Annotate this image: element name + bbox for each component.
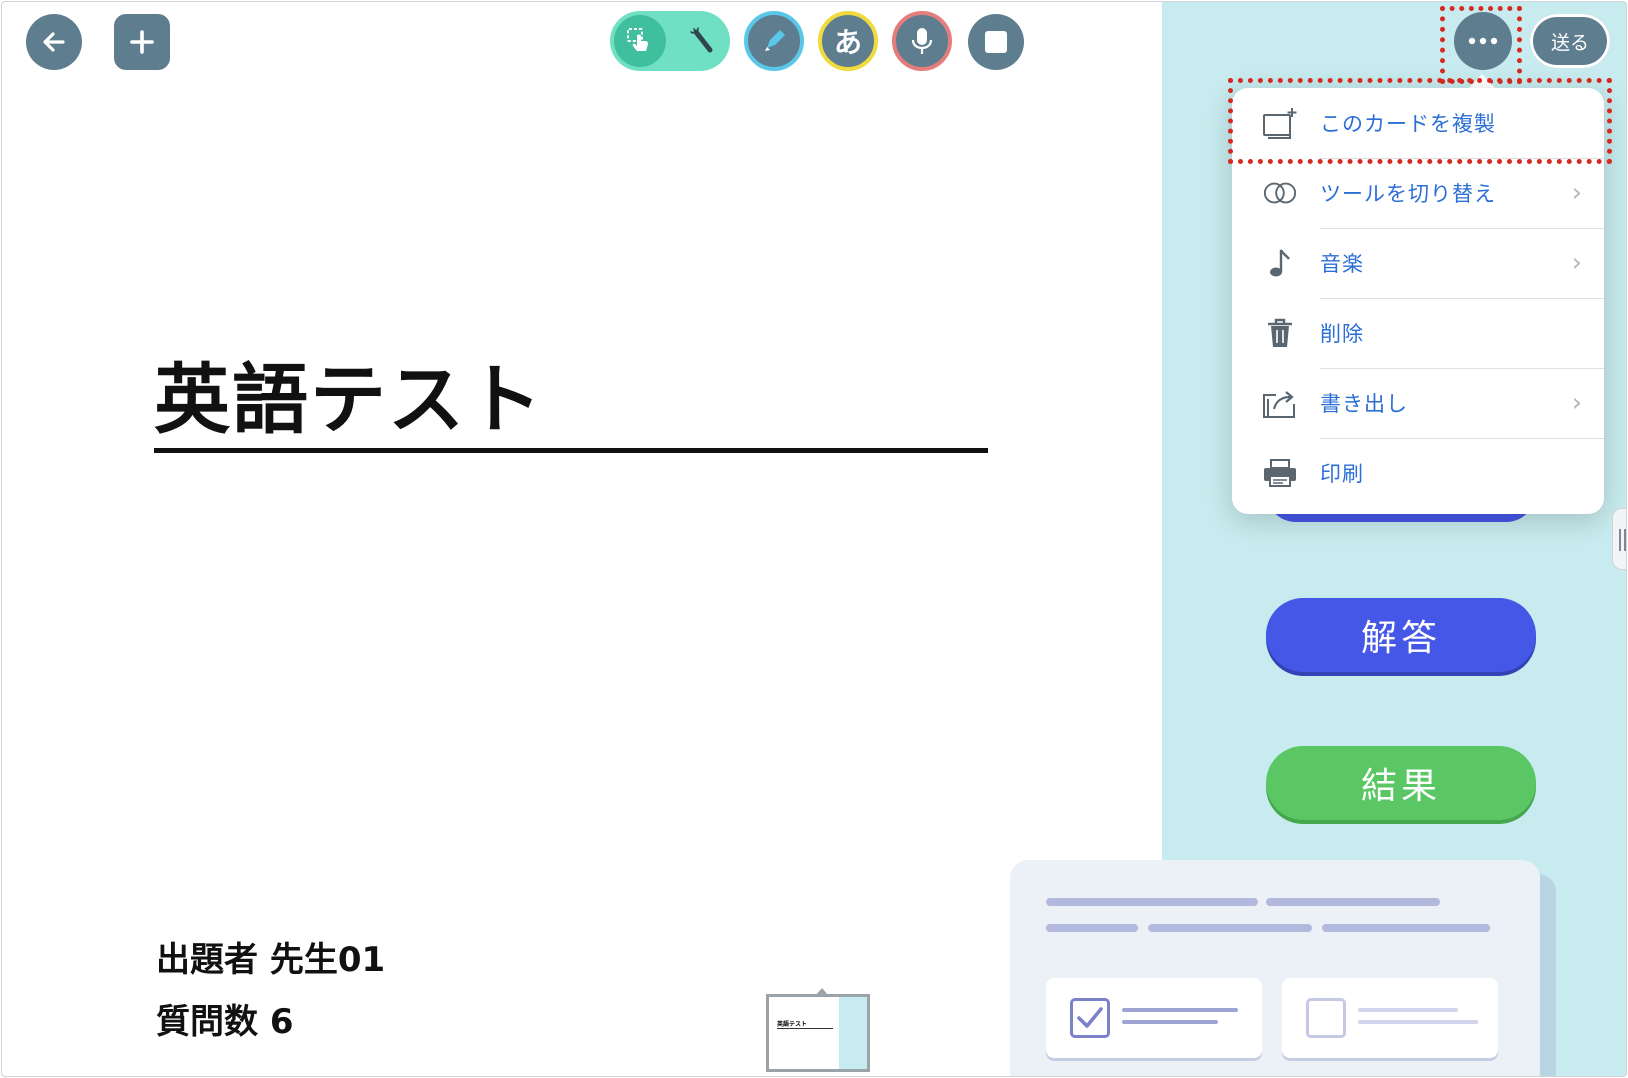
menu-item-highlight <box>1228 78 1612 164</box>
menu-item-label: ツールを切り替え <box>1320 182 1496 206</box>
menu-item-switch-tool[interactable]: ツールを切り替え › <box>1232 158 1604 228</box>
magic-wand-icon <box>690 27 713 53</box>
illustration-bar <box>1148 924 1312 932</box>
text-tool-button[interactable]: あ <box>818 11 878 71</box>
printer-icon <box>1262 455 1298 491</box>
export-icon <box>1262 385 1298 421</box>
thumbnail-title: 英語テスト <box>777 1021 808 1028</box>
more-button-highlight <box>1440 6 1522 84</box>
plus-icon <box>130 30 154 54</box>
option-line <box>1122 1020 1218 1024</box>
menu-item-label: 音楽 <box>1320 252 1364 276</box>
thumbnail-pointer <box>815 988 829 996</box>
illustration-bar <box>1266 898 1440 906</box>
card-thumbnail[interactable]: 英語テスト <box>766 988 870 1072</box>
chevron-right-icon: › <box>1571 178 1582 208</box>
pen-icon <box>765 30 785 51</box>
send-label: 送る <box>1550 31 1589 54</box>
grip-line <box>1619 529 1621 551</box>
illustration-bar <box>1322 924 1490 932</box>
answer-label: 解答 <box>1360 618 1441 659</box>
illustration-bar <box>1046 898 1258 906</box>
option-line <box>1358 1020 1478 1024</box>
answer-button[interactable]: 解答 <box>1266 598 1536 672</box>
chevron-right-icon: › <box>1571 388 1582 418</box>
thumbnail-side-panel <box>839 997 867 1069</box>
unchecked-option-card <box>1282 978 1498 1058</box>
arrow-left-icon <box>43 32 65 52</box>
text-tool-label: あ <box>833 26 862 59</box>
touch-mode-button[interactable] <box>614 15 666 67</box>
square-icon <box>985 31 1007 53</box>
option-line <box>1122 1008 1238 1012</box>
option-line <box>1358 1008 1458 1012</box>
menu-item-label: 印刷 <box>1320 462 1364 486</box>
menu-item-label: 削除 <box>1320 322 1364 346</box>
checkbox-unchecked-icon <box>1306 998 1346 1038</box>
input-mode-toggle[interactable] <box>610 11 730 71</box>
menu-item-delete[interactable]: 削除 <box>1232 298 1604 368</box>
menu-item-export[interactable]: 書き出し › <box>1232 368 1604 438</box>
result-button[interactable]: 結果 <box>1266 746 1536 820</box>
send-button[interactable]: 送る <box>1530 14 1610 68</box>
add-card-button[interactable] <box>114 14 170 70</box>
checkbox-checked-icon <box>1070 998 1110 1038</box>
hand-pointer-icon <box>627 28 648 51</box>
app-window: あ 送る 英語テスト 出題者 先生01 質問数 6 英語テスト 解答 結果 この… <box>1 1 1627 1077</box>
title-underline <box>154 448 988 453</box>
menu-item-label: 書き出し <box>1320 392 1408 416</box>
chevron-right-icon: › <box>1571 248 1582 278</box>
illustration-bar <box>1046 924 1138 932</box>
checked-option-card <box>1046 978 1262 1058</box>
shape-tool-button[interactable] <box>968 14 1024 70</box>
switch-tool-icon <box>1262 175 1298 211</box>
side-panel-handle[interactable] <box>1612 508 1626 570</box>
menu-item-music[interactable]: 音楽 › <box>1232 228 1604 298</box>
thumbnail-underline <box>777 1028 833 1029</box>
grip-line <box>1624 529 1626 551</box>
quiz-illustration <box>1010 860 1540 1076</box>
menu-item-print[interactable]: 印刷 <box>1232 438 1604 508</box>
microphone-button[interactable] <box>892 11 952 71</box>
music-note-icon <box>1262 245 1298 281</box>
pen-tool-button[interactable] <box>744 11 804 71</box>
author-text: 出題者 先生01 <box>156 940 386 980</box>
trash-icon <box>1262 315 1298 351</box>
card-title: 英語テスト <box>154 355 544 444</box>
back-button[interactable] <box>26 14 82 70</box>
microphone-icon <box>911 28 933 54</box>
wand-mode-button[interactable] <box>676 15 728 67</box>
result-label: 結果 <box>1360 766 1441 807</box>
question-count-text: 質問数 6 <box>156 1002 294 1042</box>
